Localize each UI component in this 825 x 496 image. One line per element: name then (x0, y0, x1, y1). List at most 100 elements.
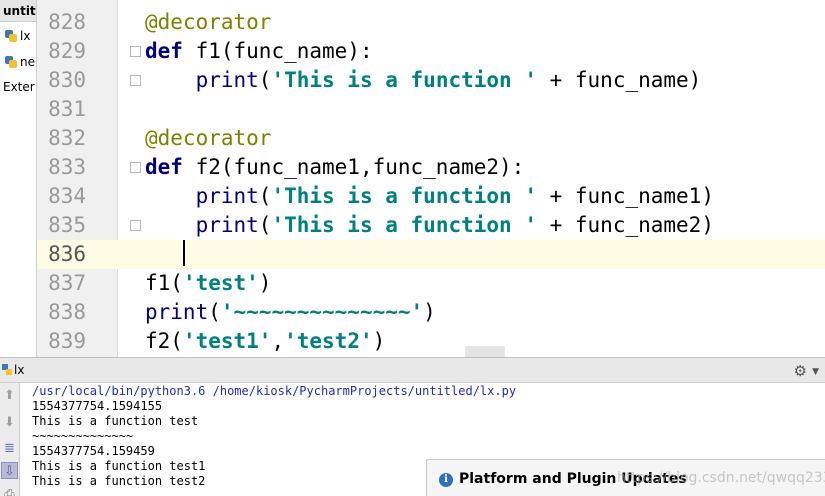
update-notification[interactable]: i Platform and Plugin Updates https://bl… (426, 459, 825, 496)
code-token: print (195, 68, 259, 92)
code-token: @ (145, 10, 158, 34)
line-number: 831 (48, 97, 86, 121)
code-editor[interactable]: 828 @decorator 829 def f1(func_name): 830 pr… (37, 0, 825, 357)
code-text: print('This is a function ' + func_name) (145, 66, 702, 95)
code-token: print (195, 184, 259, 208)
fold-marker-icon[interactable] (130, 220, 141, 231)
code-token: 'This is a function ' (271, 68, 537, 92)
code-token: 'test1' (182, 329, 272, 353)
line-number: 839 (48, 329, 86, 353)
python-file-icon (4, 55, 18, 69)
code-token: '~~~~~~~~~~~~~~' (220, 300, 424, 324)
code-token: , (271, 329, 285, 353)
run-tab-lx[interactable]: lx (14, 358, 24, 383)
project-item-label: Exter (3, 80, 35, 94)
project-item-lx[interactable]: lx (4, 27, 30, 45)
code-token: + func_name2) (536, 213, 714, 237)
text-caret (183, 240, 185, 266)
console-line: 1554377754.1594155 (32, 399, 163, 413)
code-token: ( (258, 184, 272, 208)
code-token: 'test' (182, 271, 259, 295)
scroll-down-icon[interactable]: ⬇ (1, 414, 18, 431)
console-line: This is a function test (32, 414, 199, 428)
soft-wrap-icon[interactable]: ≣ (1, 440, 18, 457)
scroll-up-icon[interactable]: ⬆ (1, 387, 18, 404)
info-icon: i (439, 473, 453, 487)
line-number: 828 (48, 10, 86, 34)
code-line[interactable]: 833 def f2(func_name1,func_name2): (37, 153, 825, 182)
code-text: f2('test1','test2') (145, 327, 385, 356)
code-token: 'This is a function ' (271, 184, 537, 208)
code-text: @decorator (145, 124, 271, 153)
code-text: print('This is a function ' + func_name2… (145, 211, 714, 240)
console-line: This is a function test1 (32, 459, 206, 473)
code-token: def (145, 39, 183, 63)
code-line[interactable]: 835 print('This is a function ' + func_n… (37, 211, 825, 240)
project-item-external-libraries[interactable]: Exter (3, 78, 35, 96)
code-token: + func_name) (536, 68, 702, 92)
code-token: ( (258, 68, 272, 92)
code-token: ) (258, 271, 272, 295)
code-line[interactable]: 839 f2('test1','test2') (37, 327, 825, 356)
code-text: print('This is a function ' + func_name1… (145, 182, 714, 211)
project-item-label: lx (20, 29, 31, 43)
code-line[interactable]: 828 @decorator (37, 8, 825, 37)
console-command-line: /usr/local/bin/python3.6 /home/kiosk/Pyc… (32, 384, 517, 398)
code-token: ( (258, 213, 272, 237)
project-item-label: ne (20, 55, 35, 69)
code-token: print (145, 300, 209, 324)
code-text: f1('test') (145, 269, 271, 298)
run-toolbar: ⬆ ⬇ ≣ ⇩ ⎙ (0, 383, 20, 496)
code-token: f1(func_name): (182, 39, 373, 63)
python-file-icon (4, 29, 18, 43)
code-token: def (145, 155, 183, 179)
code-token: f2( (145, 329, 183, 353)
project-tree-panel: untit lx ne Exter (0, 0, 37, 357)
code-token: f2(func_name1,func_name2): (182, 155, 525, 179)
code-line[interactable]: 830 print('This is a function ' + func_n… (37, 66, 825, 95)
console-line: This is a function test2 (32, 474, 206, 488)
code-line[interactable]: 838 print('~~~~~~~~~~~~~~') (37, 298, 825, 327)
line-number: 830 (48, 68, 86, 92)
fold-marker-icon[interactable] (130, 46, 141, 57)
line-number: 835 (48, 213, 86, 237)
code-text: def f2(func_name1,func_name2): (145, 153, 524, 182)
line-number: 833 (48, 155, 86, 179)
console-line: 1554377754.159459 (32, 444, 155, 458)
python-run-icon (2, 364, 12, 375)
code-token: @decorator (145, 126, 272, 150)
console-line: ~~~~~~~~~~~~~~ (32, 429, 134, 443)
code-token: f1( (145, 271, 183, 295)
line-number: 836 (48, 242, 86, 266)
code-token: ) (372, 329, 386, 353)
code-line[interactable]: 834 print('This is a function ' + func_n… (37, 182, 825, 211)
watermark-text: https://blog.csdn.net/qwqq233 (617, 470, 825, 486)
code-token: ) (423, 300, 436, 324)
fold-marker-icon[interactable] (130, 162, 141, 173)
line-number: 832 (48, 126, 86, 150)
code-line[interactable]: 832 @decorator (37, 124, 825, 153)
code-token: decorator (157, 10, 272, 34)
code-token: print (195, 213, 259, 237)
project-root-label[interactable]: untit (0, 0, 36, 22)
gear-icon[interactable]: ⚙ (794, 361, 807, 381)
code-line[interactable]: 831 (37, 95, 825, 124)
code-token: + func_name1) (536, 184, 714, 208)
run-panel-header: lx ⚙ ▼ (0, 357, 825, 383)
project-item-ne[interactable]: ne (4, 53, 35, 71)
chevron-down-icon[interactable]: ▼ (812, 362, 819, 382)
code-line[interactable]: 836 (37, 240, 825, 269)
code-line[interactable]: 837 f1('test') (37, 269, 825, 298)
code-text: def f1(func_name): (145, 37, 373, 66)
line-number: 838 (48, 300, 86, 324)
code-token: 'test2' (284, 329, 373, 353)
print-icon[interactable]: ⎙ (1, 486, 18, 496)
fold-marker-icon[interactable] (130, 75, 141, 86)
scroll-to-end-icon[interactable]: ⇩ (1, 462, 18, 479)
code-line[interactable]: 829 def f1(func_name): (37, 37, 825, 66)
code-token: 'This is a function ' (271, 213, 537, 237)
code-text: print('~~~~~~~~~~~~~~') (145, 298, 436, 327)
code-text: @decorator (145, 8, 271, 37)
